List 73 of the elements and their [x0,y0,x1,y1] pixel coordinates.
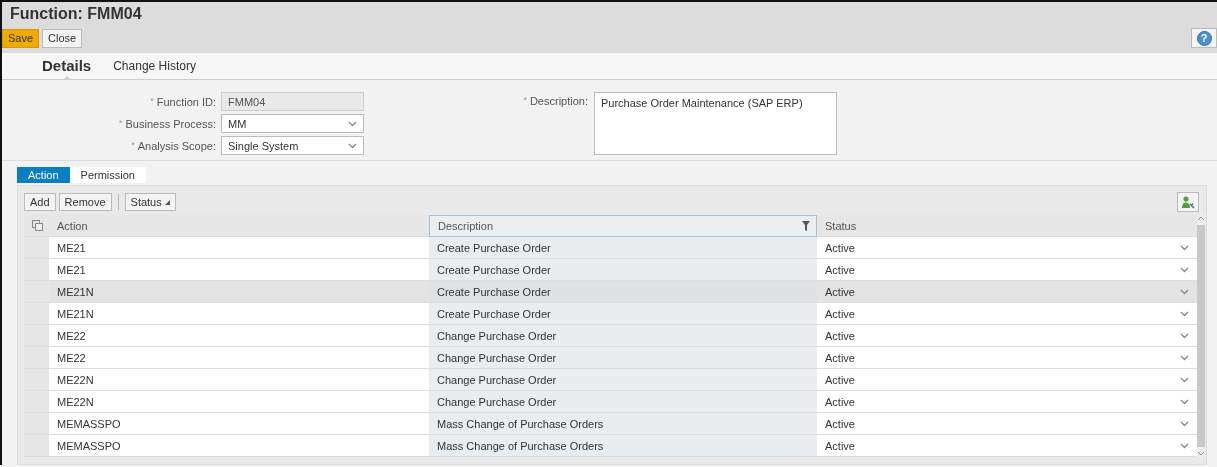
table-cell: ME21 [49,259,429,281]
chevron-down-icon [1180,376,1189,383]
table-cell: Create Purchase Order [429,303,817,325]
table-cell: Create Purchase Order [429,259,817,281]
select-all-icon[interactable] [32,220,43,231]
status-dropdown[interactable]: Active [817,391,1197,413]
chevron-down-icon [348,142,357,149]
person-gear-icon [1181,195,1195,209]
required-marker: * [523,95,527,107]
tab[interactable]: Action [17,167,70,183]
tab[interactable]: Details [42,57,92,79]
status-dropdown[interactable]: Active [817,413,1197,435]
toolbar-button[interactable]: Close [42,28,83,48]
personalize-button[interactable] [1177,192,1199,212]
chevron-down-icon [1180,332,1189,339]
status-dropdown[interactable]: Active [817,259,1197,281]
chevron-down-icon [1180,244,1189,251]
description-field[interactable]: Purchase Order Maintenance (SAP ERP) [594,92,837,155]
chevron-down-icon [1180,310,1189,317]
table-cell: ME22N [49,391,429,413]
status-dropdown[interactable]: Active [817,369,1197,391]
scrollbar[interactable] [1197,215,1205,457]
table-cell: ME22N [49,369,429,391]
table-cell: ME21 [49,237,429,259]
corner-triangle-icon [164,199,170,205]
table-cell: ME22 [49,325,429,347]
table-cell: Create Purchase Order [429,237,817,259]
table-cell: Create Purchase Order [429,281,817,303]
table-cell: Mass Change of Purchase Orders [429,435,817,457]
table-cell: MEMASSPO [49,435,429,457]
table-cell: ME22 [49,347,429,369]
status-dropdown[interactable]: Active [817,325,1197,347]
status-dropdown[interactable]: Active [817,281,1197,303]
required-marker: * [131,139,135,152]
filter-icon [802,221,810,231]
toolbar-button[interactable]: Save [2,28,40,48]
chevron-down-icon [1180,442,1189,449]
table-cell: Change Purchase Order [429,391,817,413]
status-dropdown[interactable]: Active [817,347,1197,369]
chevron-down-icon [1180,398,1189,405]
field-label: Business Process: [125,117,216,130]
toolbar-button[interactable]: Remove [58,193,112,211]
tab[interactable]: Change History [113,59,196,79]
toolbar-button[interactable]: Add [24,193,56,211]
input-field[interactable]: FMM04 [221,92,364,111]
required-marker: * [150,95,154,108]
table-cell: Change Purchase Order [429,347,817,369]
dropdown-field[interactable]: Single System [221,136,364,155]
field-label: Description: [529,95,588,107]
required-marker: * [119,117,123,130]
table-cell: Change Purchase Order [429,369,817,391]
table-cell: MEMASSPO [49,413,429,435]
menu-button[interactable]: Status [124,193,176,211]
dropdown-field[interactable]: MM [221,114,364,133]
status-dropdown[interactable]: Active [817,435,1197,457]
window-title: Function: FMM04 [9,4,143,24]
chevron-down-icon [348,120,357,127]
table-cell: Mass Change of Purchase Orders [429,413,817,435]
chevron-down-icon [1180,354,1189,361]
tab[interactable]: Permission [69,167,146,183]
field-label: Analysis Scope: [137,139,216,152]
table-cell: ME21N [49,303,429,325]
chevron-down-icon [1180,420,1189,427]
scroll-up-icon [1197,215,1205,221]
field-label: Function ID: [156,95,216,108]
scroll-down-icon [1197,451,1205,457]
chevron-down-icon [1180,266,1189,273]
status-dropdown[interactable]: Active [817,237,1197,259]
column-header[interactable]: Description [429,215,817,237]
chevron-down-icon [1180,288,1189,295]
status-dropdown[interactable]: Active [817,303,1197,325]
table-cell: ME21N [49,281,429,303]
table-cell: Change Purchase Order [429,325,817,347]
